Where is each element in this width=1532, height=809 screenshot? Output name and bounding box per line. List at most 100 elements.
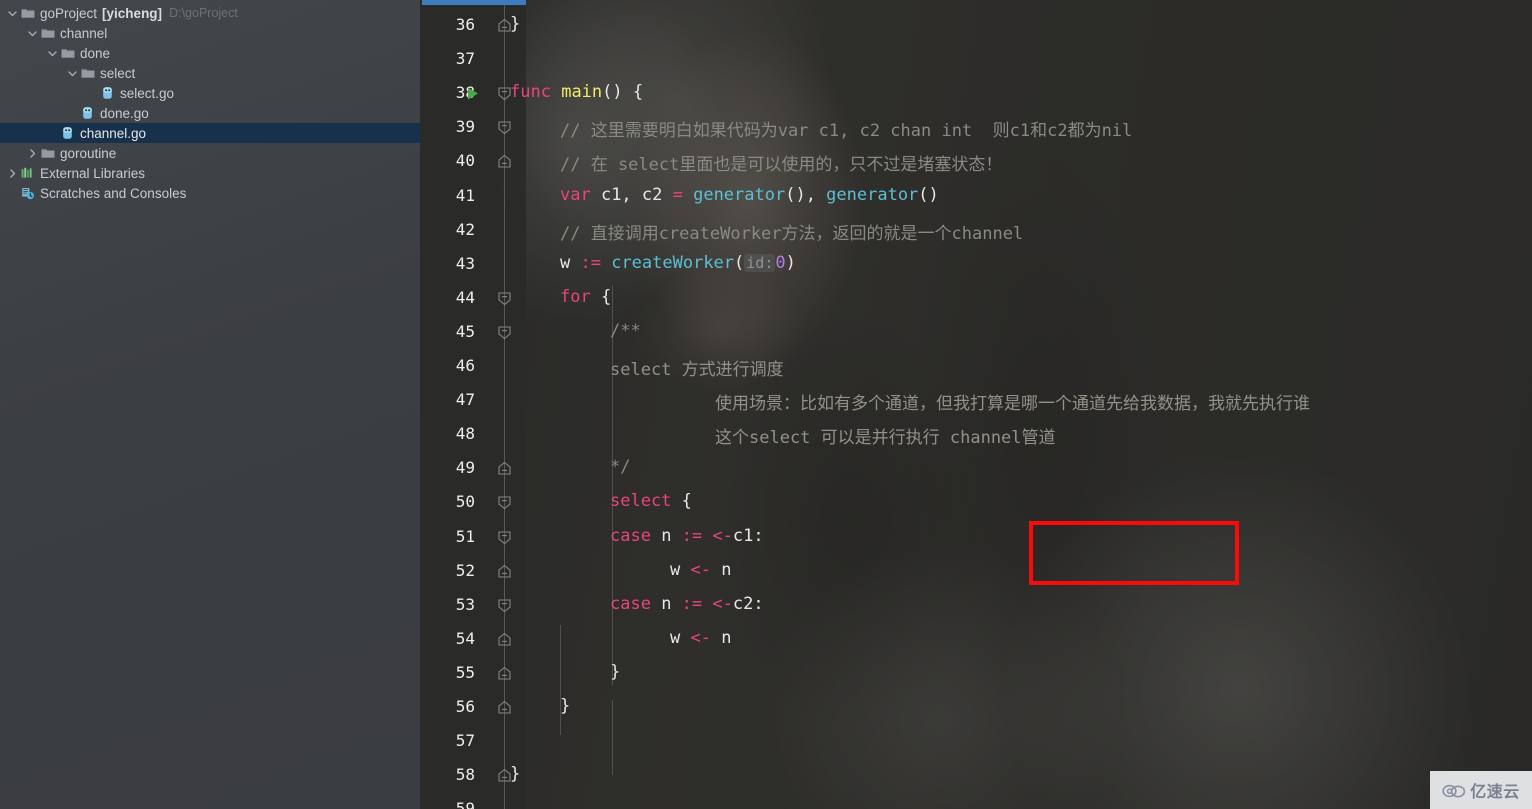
go-file-icon — [99, 83, 116, 103]
line-number: 53 — [455, 594, 475, 614]
fold-end-icon[interactable] — [497, 632, 512, 647]
code-token: n — [710, 627, 732, 648]
folder-icon — [39, 143, 56, 163]
tree-item-goroutine[interactable]: goroutine — [0, 143, 420, 163]
code-fn-generator: generator — [826, 184, 919, 205]
parameter-hint: id: — [744, 253, 776, 272]
line-number: 48 — [455, 424, 475, 444]
code-channel-arrow: <- — [690, 559, 711, 580]
fold-end-icon[interactable] — [497, 461, 512, 476]
code-token: n — [650, 525, 682, 546]
line-number: 49 — [455, 458, 475, 478]
code-channel-arrow: <- — [702, 593, 733, 614]
code-number: 0 — [775, 252, 786, 273]
code-operator: = — [672, 184, 683, 205]
indent-guide — [560, 625, 561, 735]
fold-start-icon[interactable] — [497, 120, 512, 135]
chevron-down-icon[interactable] — [26, 23, 39, 43]
chevron-down-icon[interactable] — [6, 3, 19, 23]
code-token: { — [671, 491, 692, 512]
libraries-icon — [19, 163, 36, 183]
fold-end-icon[interactable] — [497, 666, 512, 681]
fold-start-icon[interactable] — [497, 598, 512, 613]
fold-start-icon[interactable] — [497, 86, 512, 101]
cloud-icon — [1442, 782, 1466, 799]
code-editor[interactable]: 36 37 38 39 40 41 42 43 44 45 46 47 48 49 50 51 52 53 54 55… — [420, 0, 1532, 809]
tree-item-scratches-and-consoles[interactable]: Scratches and Consoles — [0, 183, 420, 203]
line-number: 44 — [455, 287, 475, 307]
tree-item-select[interactable]: select — [0, 63, 420, 83]
tab-active-indicator — [422, 0, 526, 5]
code-token: c1, c2 — [590, 184, 673, 205]
code-keyword-select: select — [610, 491, 672, 512]
code-fn-createworker: createWorker — [600, 252, 735, 273]
code-line: // 这里需要明白如果代码为var c1, c2 chan int 则c1和c2… — [560, 116, 1132, 141]
tree-item-done[interactable]: done — [0, 43, 420, 63]
code-token: (), — [785, 184, 827, 205]
chevron-down-icon[interactable] — [66, 63, 79, 83]
run-gutter-icon[interactable] — [466, 86, 480, 101]
code-fn-generator: generator — [682, 184, 786, 205]
tree-item-select-go[interactable]: select.go — [0, 83, 420, 103]
line-number: 57 — [455, 731, 475, 751]
code-line: */ — [610, 457, 630, 477]
code-token: ( — [734, 252, 745, 273]
code-channel-arrow: <- — [702, 525, 733, 546]
fold-start-icon[interactable] — [497, 325, 512, 340]
tree-item-label: select.go — [120, 85, 175, 101]
line-number: 45 — [455, 321, 475, 341]
tree-item-channel-go[interactable]: channel.go — [0, 123, 420, 143]
line-number: 59 — [455, 799, 475, 809]
line-number: 58 — [455, 765, 475, 785]
code-operator: := — [681, 525, 703, 546]
code-keyword-case: case — [610, 593, 651, 614]
chevron-right-icon[interactable] — [26, 143, 39, 163]
project-tool-window[interactable]: goProject [yicheng] D:\goProject channel don… — [0, 0, 420, 809]
code-comment: // 在 select里面也是可以使用的，只不过是堵塞状态！ — [560, 155, 1003, 176]
line-number: 56 — [455, 697, 475, 716]
tree-item-label: channel — [60, 25, 108, 41]
code-fn-main: main — [561, 82, 603, 103]
code-comment: // 直接调用createWorker方法，返回的就是一个channel — [560, 223, 1024, 244]
fold-end-icon[interactable] — [497, 564, 512, 579]
chevron-down-icon[interactable] — [46, 43, 59, 63]
tree-item-label: External Libraries — [40, 165, 146, 181]
code-comment: /** — [610, 320, 641, 341]
scratches-icon — [19, 183, 36, 203]
code-line: 这个select 可以是并行执行 channel管道 — [715, 423, 1056, 448]
line-number: 43 — [455, 253, 475, 273]
line-number: 41 — [455, 185, 475, 205]
tree-item-external-libraries[interactable]: External Libraries — [0, 163, 420, 183]
code-line: case n := <-c2: — [610, 594, 764, 614]
code-token: w — [670, 559, 691, 580]
tree-item-goproject[interactable]: goProject [yicheng] D:\goProject — [0, 3, 420, 23]
fold-start-icon[interactable] — [497, 291, 512, 306]
code-line: for { — [560, 287, 611, 307]
code-text-layer[interactable]: } func main() {// 这里需要明白如果代码为var c1, c2 c… — [420, 0, 1532, 809]
line-number: 47 — [455, 390, 475, 410]
site-watermark: 亿速云 — [1430, 771, 1532, 809]
code-token: () { — [602, 82, 644, 103]
fold-end-icon[interactable] — [497, 768, 512, 783]
fold-end-icon[interactable] — [497, 154, 512, 169]
ide-window: goProject [yicheng] D:\goProject channel don… — [0, 0, 1532, 809]
fold-start-icon[interactable] — [497, 530, 512, 545]
tree-item-channel[interactable]: channel — [0, 23, 420, 43]
line-number: 46 — [455, 356, 475, 375]
code-token: : — [753, 525, 764, 546]
folder-icon — [39, 23, 56, 43]
fold-start-icon[interactable] — [497, 495, 512, 510]
tree-item-label: select — [100, 65, 136, 81]
tree-item-label: Scratches and Consoles — [40, 185, 187, 201]
fold-end-icon[interactable] — [497, 18, 512, 33]
chevron-right-icon[interactable] — [6, 163, 19, 183]
code-line: 使用场景：比如有多个通道，但我打算是哪一个通道先给我数据，我就先执行谁 — [715, 389, 1310, 414]
tree-item-done-go[interactable]: done.go — [0, 103, 420, 123]
fold-end-icon[interactable] — [497, 700, 512, 715]
code-token: c2 — [732, 593, 754, 614]
code-line: // 直接调用createWorker方法，返回的就是一个channel — [560, 219, 1023, 244]
code-operator: := — [580, 252, 601, 273]
line-number: 36 — [455, 15, 475, 34]
tree-item-label: goroutine — [60, 145, 117, 161]
